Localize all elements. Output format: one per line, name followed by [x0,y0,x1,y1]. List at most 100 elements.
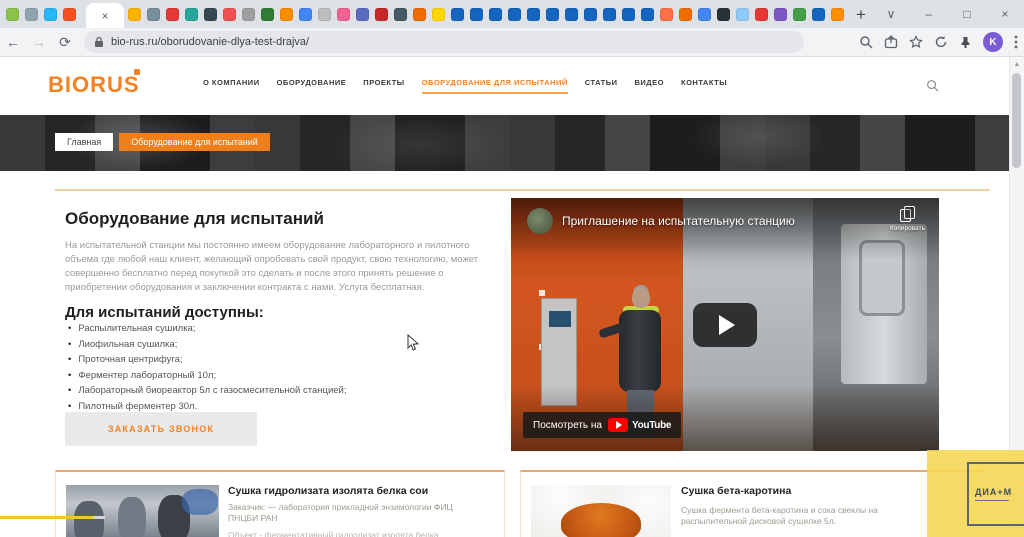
pinned-tab-favicon[interactable] [223,7,236,21]
new-tab-button[interactable]: + [856,6,866,23]
pinned-tab-favicon[interactable] [603,7,616,21]
scrollbar-thumb[interactable] [1012,73,1021,168]
pinned-tab-favicon[interactable] [166,7,179,21]
nav-item[interactable]: ПРОЕКТЫ [363,78,404,94]
pinned-tab-favicon[interactable] [375,7,388,21]
list-item: Лабораторный биореактор 5л с газосмесите… [68,383,346,399]
pinned-tab-favicon[interactable] [242,7,255,21]
site-logo[interactable]: BIORUS [48,72,140,98]
pinned-tab-favicon[interactable] [25,7,38,21]
window-controls: ∨ – □ × [872,0,1024,28]
card-title[interactable]: Сушка гидролизата изолята белка сои [228,485,428,497]
article-card[interactable]: Сушка бета-каротина Сушка фермента бета-… [520,470,985,537]
pinned-tab-favicon[interactable] [755,7,768,21]
article-card[interactable]: Сушка гидролизата изолята белка сои Зака… [55,470,505,537]
pinned-tab-favicon[interactable] [527,7,540,21]
pinned-tab-favicon[interactable] [679,7,692,21]
pinned-tab-favicon[interactable] [147,7,160,21]
pinned-tab-favicon[interactable] [432,7,445,21]
pinned-tabs-left [6,7,82,21]
order-call-button[interactable]: ЗАКАЗАТЬ ЗВОНОК [65,412,257,446]
pinned-tab-favicon[interactable] [660,7,673,21]
list-item: Распылительная сушилка; [68,321,346,337]
watch-on-label: Посмотреть на [533,419,602,431]
pinned-tab-favicon[interactable] [261,7,274,21]
video-title[interactable]: Приглашение на испытательную станцию [562,214,795,228]
pinned-tab-favicon[interactable] [774,7,787,21]
watch-on-youtube[interactable]: Посмотреть на YouTube [523,412,682,438]
pinned-tab-favicon[interactable] [584,7,597,21]
pinned-tab-favicon[interactable] [299,7,312,21]
nav-item[interactable]: СТАТЬИ [585,78,618,94]
play-button[interactable] [693,302,757,347]
pinned-tab-favicon[interactable] [470,7,483,21]
minimize-button[interactable]: – [910,7,948,21]
pinned-tab-favicon[interactable] [565,7,578,21]
breadcrumb: Главная Оборудование для испытаний [55,133,270,151]
close-window-button[interactable]: × [986,7,1024,21]
extensions-pin-icon[interactable] [959,36,972,49]
pinned-tab-favicon[interactable] [641,7,654,21]
bookmark-star-icon[interactable] [909,35,923,49]
pinned-tab-favicon[interactable] [280,7,293,21]
kebab-menu-icon[interactable] [1014,35,1018,49]
pinned-tab-favicon[interactable] [318,7,331,21]
tab-search-icon[interactable]: ∨ [872,7,910,21]
copy-icon[interactable] [899,206,916,222]
pinned-tab-favicon[interactable] [622,7,635,21]
breadcrumb-home[interactable]: Главная [55,133,114,151]
pinned-tab-favicon[interactable] [546,7,559,21]
pinned-tab-favicon[interactable] [204,7,217,21]
pinned-tab-favicon[interactable] [44,7,57,21]
scroll-up-arrow[interactable]: ▲ [1010,57,1024,68]
pinned-tab-favicon[interactable] [508,7,521,21]
pinned-tab-favicon[interactable] [6,7,19,21]
tab-close-icon[interactable]: × [101,9,108,23]
copy-link-control[interactable]: Копировать [890,206,925,232]
card-title[interactable]: Сушка бета-каротина [681,485,791,497]
address-bar[interactable]: bio-rus.ru/oborudovanie-dlya-test-drajva… [84,31,804,53]
pinned-tab-favicon[interactable] [128,7,141,21]
pinned-tab-favicon[interactable] [413,7,426,21]
search-icon[interactable] [859,35,873,49]
nav-item[interactable]: КОНТАКТЫ [681,78,727,94]
nav-item[interactable]: ОБОРУДОВАНИЕ [277,78,347,94]
nav-item[interactable]: ОБОРУДОВАНИЕ ДЛЯ ИСПЫТАНИЙ [421,78,568,94]
pinned-tab-favicon[interactable] [793,7,806,21]
video-progress-track[interactable] [93,516,105,519]
maximize-button[interactable]: □ [948,7,986,21]
pinned-tab-favicon[interactable] [831,7,844,21]
site-search-icon[interactable] [926,79,939,92]
video-top-gradient [511,198,939,260]
pinned-tab-favicon[interactable] [63,7,76,21]
pinned-tab-favicon[interactable] [394,7,407,21]
url-text[interactable]: bio-rus.ru/oborudovanie-dlya-test-drajva… [111,36,309,48]
pinned-tab-favicon[interactable] [717,7,730,21]
copy-label: Копировать [890,225,925,232]
share-icon[interactable] [884,35,898,49]
pinned-tab-favicon[interactable] [337,7,350,21]
video-progress-bar[interactable] [0,516,93,519]
nav-item[interactable]: ВИДЕО [635,78,665,94]
watermark-underline [975,500,1009,501]
back-button[interactable]: ← [0,34,26,50]
browser-toolbar: ← → ⟳ bio-rus.ru/oborudovanie-dlya-test-… [0,28,1024,57]
pinned-tab-favicon[interactable] [356,7,369,21]
nav-item[interactable]: О КОМПАНИИ [203,78,260,94]
video-player[interactable]: Приглашение на испытательную станцию Коп… [511,198,939,451]
active-tab[interactable]: × [86,3,124,28]
forward-button[interactable]: → [26,34,52,50]
sync-icon[interactable] [934,35,948,49]
pinned-tab-favicon[interactable] [185,7,198,21]
channel-avatar[interactable] [527,208,553,234]
pinned-tab-favicon[interactable] [451,7,464,21]
pinned-tab-favicon[interactable] [736,7,749,21]
pinned-tab-favicon[interactable] [698,7,711,21]
card-photo-lab-people [66,485,219,537]
pinned-tab-favicon[interactable] [812,7,825,21]
reload-button[interactable]: ⟳ [52,34,78,51]
list-item: Лиофильная сушилка; [68,337,346,353]
pinned-tab-favicon[interactable] [489,7,502,21]
lock-icon [95,36,103,47]
profile-avatar[interactable]: K [983,32,1003,52]
